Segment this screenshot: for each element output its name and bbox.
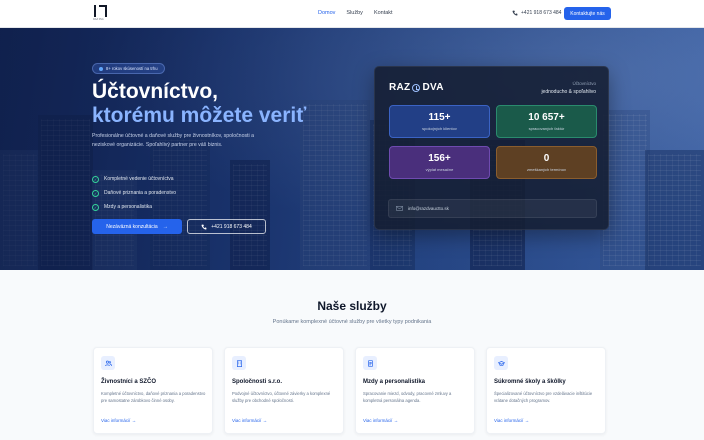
hero-lead: Profesionálne účtovné a daňové služby pr… [92, 133, 254, 148]
stat-label: zmeškaných termínov [527, 167, 566, 172]
arrow-right-icon: → [162, 223, 168, 230]
service-description: Spracovanie miezd, odvody, pracovné zmlu… [363, 391, 452, 403]
check-item: ✓ Daňové priznania a poradenstvo [92, 186, 176, 200]
card-tagline: jednoducho & spoľahlivo [541, 89, 596, 95]
nav-link-kontakt[interactable]: Kontakt [374, 10, 393, 16]
stat-value: 10 657+ [528, 112, 565, 123]
stat-label: spokojných klientov [422, 126, 457, 131]
hero-checklist: ✓ Kompletné vedenie účtovníctva ✓ Daňové… [92, 172, 176, 214]
users-icon [101, 356, 115, 370]
badge-dot-icon [99, 66, 103, 71]
service-description: Podvojné účtovníctvo, účtovné závierky a… [232, 391, 331, 403]
more-link-label: Viac informácií [232, 418, 262, 423]
nav-phone-number: +421 918 673 484 [521, 10, 562, 16]
more-link-label: Viac informácií [494, 418, 524, 423]
check-item: ✓ Kompletné vedenie účtovníctva [92, 172, 176, 186]
call-button[interactable]: +421 918 673 484 [187, 219, 266, 234]
card-logo: RAZ DVA [389, 82, 444, 93]
service-title: Súkromné školy a škôlky [494, 379, 566, 385]
card-logo-right: DVA [422, 82, 444, 93]
graduation-cap-icon [494, 356, 508, 370]
experience-badge: 8+ rokov skúseností na trhu [92, 63, 165, 74]
more-link-label: Viac informácií [363, 418, 393, 423]
card-subtitle: Účtovníctvo [572, 81, 596, 86]
contact-us-button[interactable]: Kontaktujte nás [564, 7, 611, 20]
service-more-link[interactable]: Viac informácií → [494, 418, 529, 423]
service-more-link[interactable]: Viac informácií → [363, 418, 398, 423]
stat-value: 156+ [428, 153, 451, 164]
services-subtitle: Ponúkame komplexné účtovné služby pre vš… [272, 319, 432, 325]
logo-mark-icon [92, 5, 110, 18]
service-card[interactable]: Živnostníci a SZČO Kompletné účtovníctvo… [93, 347, 213, 434]
service-title: Spoločnosti s.r.o. [232, 379, 283, 385]
arrow-right-icon: → [131, 418, 137, 423]
arrow-right-icon: → [524, 418, 530, 423]
card-email-text: info@razdvauctto.sk [408, 206, 449, 211]
building-icon [232, 356, 246, 370]
phone-icon [201, 224, 207, 230]
service-description: Kompletné účtovníctvo, daňové priznania … [101, 391, 206, 403]
service-card[interactable]: Súkromné školy a škôlky Špecializované ú… [486, 347, 606, 434]
stat-payrolls: 156+ výplat mesačne [389, 146, 490, 179]
document-icon [363, 356, 377, 370]
arrow-right-icon: → [393, 418, 399, 423]
check-circle-icon: ✓ [92, 189, 99, 197]
logo-subtext: RAZ DVA [93, 18, 104, 21]
stat-value: 115+ [428, 112, 451, 123]
check-label: Kompletné vedenie účtovníctva [104, 176, 174, 182]
check-circle-icon: ✓ [92, 203, 99, 211]
service-description: Špecializované účtovníctvo pre vzdelávac… [494, 391, 593, 403]
service-more-link[interactable]: Viac informácií → [232, 418, 267, 423]
hero-title-line2: ktorému môžete veriť [92, 104, 307, 127]
more-link-label: Viac informácií [101, 418, 131, 423]
hero-section: 8+ rokov skúseností na trhu Účtovníctvo,… [0, 28, 704, 270]
nav-links: Domov Služby Kontakt [318, 10, 393, 16]
check-circle-icon: ✓ [92, 175, 99, 183]
service-card[interactable]: Mzdy a personalistika Spracovanie miezd,… [355, 347, 475, 434]
clock-icon [412, 83, 421, 92]
stat-invoices: 10 657+ spracovaných faktúr [496, 105, 597, 138]
card-email[interactable]: info@razdvauctto.sk [388, 199, 597, 218]
call-button-label: +421 918 673 484 [211, 223, 252, 230]
stat-value: 0 [543, 153, 550, 164]
navbar: RAZ DVA Domov Služby Kontakt +421 918 67… [0, 0, 704, 28]
card-logo-left: RAZ [389, 82, 411, 93]
stat-label: spracovaných faktúr [528, 126, 565, 131]
logo[interactable]: RAZ DVA [92, 5, 110, 23]
stat-label: výplat mesačne [425, 167, 454, 172]
service-card[interactable]: Spoločnosti s.r.o. Podvojné účtovníctvo,… [224, 347, 344, 434]
phone-icon [512, 10, 518, 16]
consultation-button[interactable]: Nezáväzná konzultácia → [92, 219, 182, 234]
arrow-right-icon: → [262, 418, 268, 423]
check-item: ✓ Mzdy a personalistika [92, 200, 176, 214]
check-label: Mzdy a personalistika [104, 204, 153, 210]
hero-title-line1: Účtovníctvo, [92, 80, 219, 103]
service-more-link[interactable]: Viac informácií → [101, 418, 136, 423]
consultation-button-label: Nezáväzná konzultácia [106, 223, 158, 230]
service-title: Mzdy a personalistika [363, 379, 426, 385]
service-title: Živnostníci a SZČO [101, 379, 157, 385]
check-label: Daňové priznania a poradenstvo [104, 190, 176, 196]
stat-missed-deadlines: 0 zmeškaných termínov [496, 146, 597, 179]
nav-link-sluzby[interactable]: Služby [346, 10, 363, 16]
nav-link-domov[interactable]: Domov [318, 10, 335, 16]
services-title: Naše služby [317, 299, 387, 313]
mail-icon [396, 206, 403, 211]
badge-text: 8+ rokov skúseností na trhu [106, 66, 158, 71]
nav-phone[interactable]: +421 918 673 484 [512, 10, 561, 16]
stat-clients: 115+ spokojných klientov [389, 105, 490, 138]
